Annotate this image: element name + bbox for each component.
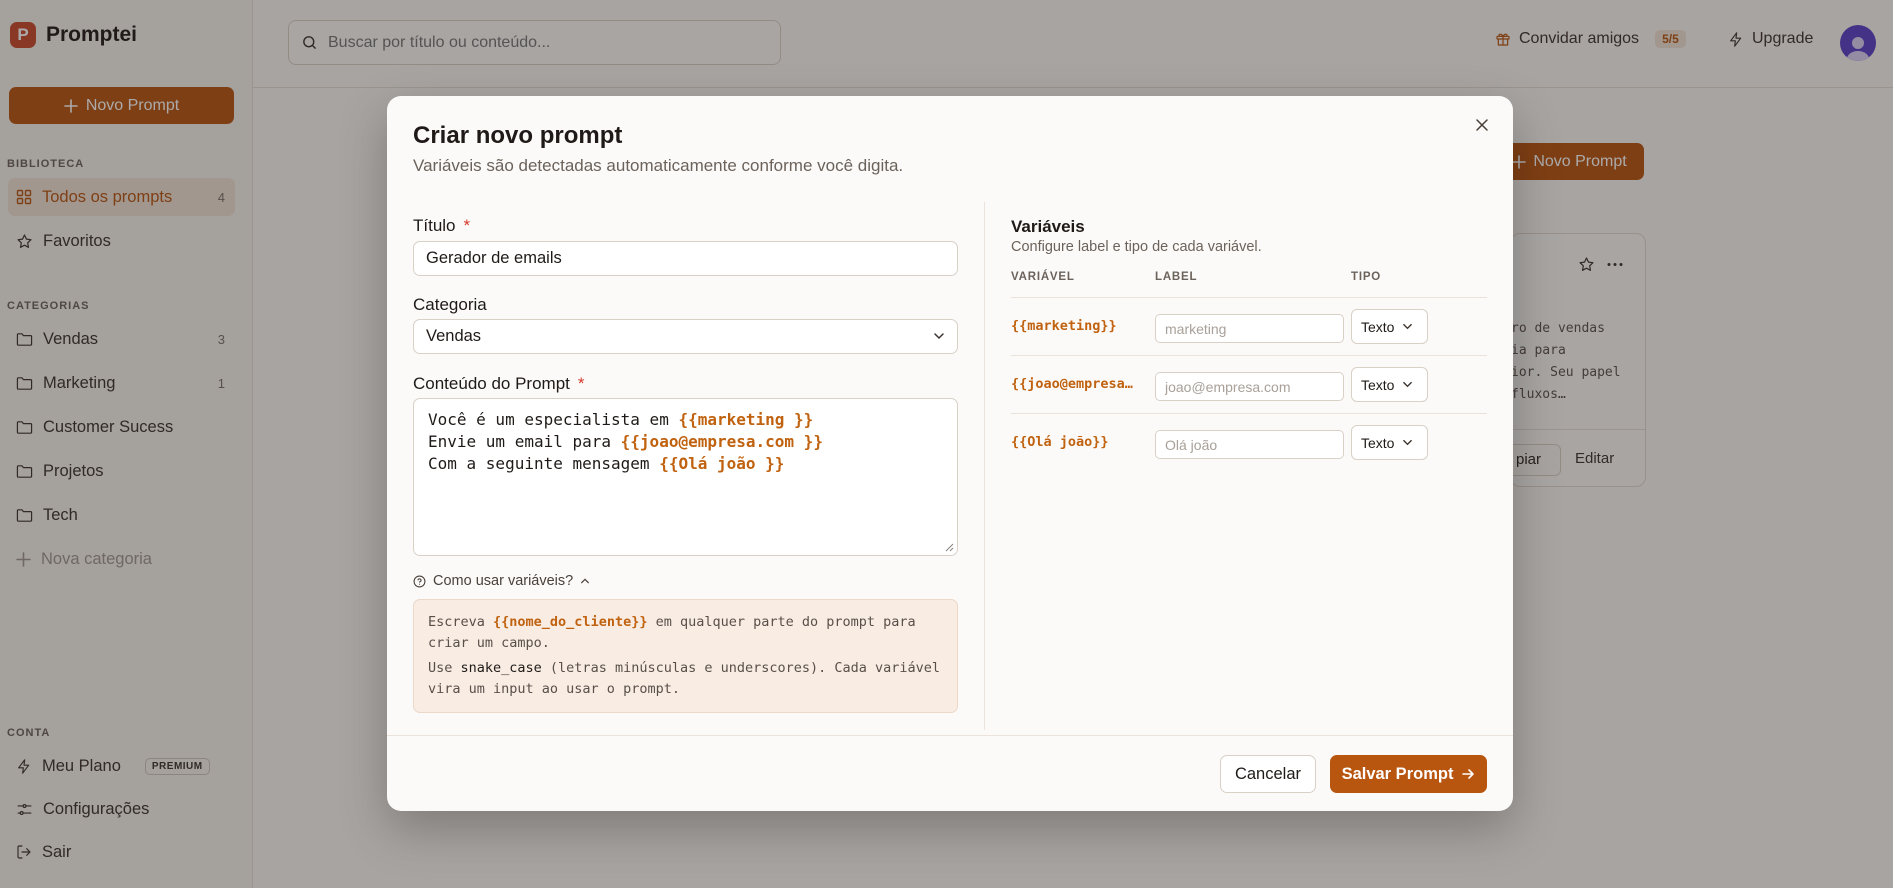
content-label-text: Conteúdo do Prompt bbox=[413, 374, 570, 393]
required-mark: * bbox=[577, 374, 585, 393]
category-value: Vendas bbox=[426, 327, 482, 345]
help-paragraph: Escreva {{nome_do_cliente}} em qualquer … bbox=[428, 612, 943, 654]
content-line: Você é um especialista em {{marketing }} bbox=[428, 409, 943, 431]
variable-type-select[interactable]: Texto bbox=[1351, 367, 1428, 402]
table-divider bbox=[1011, 297, 1487, 298]
column-header-label: LABEL bbox=[1155, 271, 1198, 283]
help-code: snake_case bbox=[460, 660, 542, 676]
variable-name: {{marketing}} bbox=[1011, 318, 1117, 334]
modal-subtitle: Variáveis são detectadas automaticamente… bbox=[413, 156, 904, 175]
modal-title: Criar novo prompt bbox=[413, 122, 623, 149]
content-textarea[interactable]: Você é um especialista em {{marketing }}… bbox=[413, 398, 958, 556]
content-line: Envie um email para {{joao@empresa.com }… bbox=[428, 431, 943, 453]
variable-type-value: Texto bbox=[1361, 434, 1395, 451]
content-variable: {{joao@empresa.com }} bbox=[620, 432, 823, 451]
variable-type-select[interactable]: Texto bbox=[1351, 309, 1428, 344]
title-field[interactable]: Gerador de emails bbox=[413, 241, 958, 276]
variable-label-input[interactable] bbox=[1155, 430, 1344, 459]
create-prompt-modal: Criar novo prompt Variáveis são detectad… bbox=[387, 96, 1513, 811]
variable-label-input[interactable] bbox=[1155, 314, 1344, 343]
content-line: Com a seguinte mensagem {{Olá joão }} bbox=[428, 453, 943, 475]
table-divider bbox=[1011, 355, 1487, 356]
help-text: Escreva bbox=[428, 614, 494, 630]
variables-title: Variáveis bbox=[1011, 217, 1085, 236]
arrow-right-icon bbox=[1461, 767, 1475, 781]
required-mark: * bbox=[463, 216, 471, 235]
how-to-use-variables-toggle[interactable]: Como usar variáveis? bbox=[413, 573, 590, 589]
column-header-type: TIPO bbox=[1351, 271, 1382, 283]
chevron-down-icon bbox=[1402, 437, 1413, 448]
help-circle-icon bbox=[413, 575, 426, 588]
column-header-variable: VARIÁVEL bbox=[1011, 271, 1075, 283]
chevron-up-icon bbox=[580, 576, 590, 586]
how-to-label: Como usar variáveis? bbox=[433, 573, 574, 589]
category-label: Categoria bbox=[413, 295, 487, 314]
content-variable: {{marketing }} bbox=[678, 410, 814, 429]
title-label: Título * bbox=[413, 216, 470, 236]
close-icon[interactable] bbox=[1475, 118, 1489, 132]
content-text: Você é um especialista em bbox=[428, 410, 679, 429]
variable-type-value: Texto bbox=[1361, 376, 1395, 393]
content-text: Envie um email para bbox=[428, 432, 621, 451]
help-variable-example: {{nome_do_cliente}} bbox=[493, 614, 648, 630]
variable-type-select[interactable]: Texto bbox=[1351, 425, 1428, 460]
variable-name: {{joao@empresa.com}} bbox=[1011, 376, 1141, 392]
save-prompt-label: Salvar Prompt bbox=[1341, 764, 1454, 783]
variables-help-box: Escreva {{nome_do_cliente}} em qualquer … bbox=[413, 599, 958, 713]
resize-handle-icon[interactable] bbox=[945, 543, 954, 552]
panel-divider bbox=[984, 202, 985, 730]
content-label: Conteúdo do Prompt * bbox=[413, 374, 585, 394]
variable-type-value: Texto bbox=[1361, 318, 1395, 335]
cancel-button[interactable]: Cancelar bbox=[1220, 755, 1316, 793]
variables-subtitle: Configure label e tipo de cada variável. bbox=[1011, 239, 1262, 255]
chevron-down-icon bbox=[1402, 321, 1413, 332]
content-text: Com a seguinte mensagem bbox=[428, 454, 660, 473]
save-prompt-button[interactable]: Salvar Prompt bbox=[1330, 755, 1487, 793]
content-variable: {{Olá joão }} bbox=[659, 454, 785, 473]
variable-label-input[interactable] bbox=[1155, 372, 1344, 401]
title-label-text: Título bbox=[413, 216, 456, 235]
table-divider bbox=[1011, 413, 1487, 414]
help-text: Use bbox=[428, 660, 461, 676]
help-paragraph: Use snake_case (letras minúsculas e unde… bbox=[428, 658, 943, 700]
chevron-down-icon bbox=[1402, 379, 1413, 390]
modal-footer-divider bbox=[387, 735, 1513, 736]
variable-name: {{Olá joão}} bbox=[1011, 434, 1109, 450]
chevron-down-icon bbox=[933, 330, 945, 342]
category-select[interactable]: Vendas bbox=[413, 319, 958, 354]
